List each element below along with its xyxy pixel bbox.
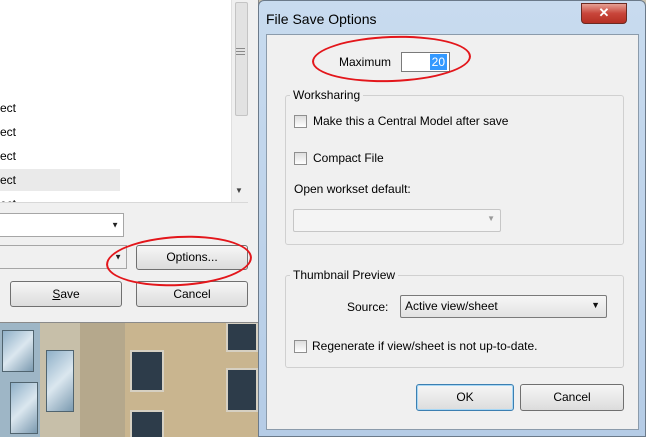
chevron-down-icon[interactable]: ▼ (591, 300, 600, 310)
scrollbar-grip (236, 48, 245, 49)
list-item-selected[interactable]: ect (0, 169, 120, 191)
regenerate-checkbox[interactable] (294, 340, 307, 353)
open-workset-select: ▼ (293, 209, 501, 232)
source-value: Active view/sheet (405, 299, 498, 313)
render-window-glass (46, 350, 74, 412)
source-label: Source: (347, 300, 389, 314)
file-name-combo[interactable]: ▼ (0, 213, 124, 237)
open-workset-label: Open workset default: (294, 182, 411, 196)
scrollbar-thumb[interactable] (235, 2, 248, 116)
dialog-title: File Save Options (266, 11, 377, 27)
thumbnail-group-title: Thumbnail Preview (290, 268, 399, 282)
worksharing-group-title: Worksharing (290, 88, 364, 102)
thumbnail-preview-group: Thumbnail Preview Source: Active view/sh… (285, 268, 624, 368)
chevron-down-icon: ▼ (487, 214, 495, 223)
render-window-glass (2, 330, 34, 372)
source-select[interactable]: Active view/sheet ▼ (400, 295, 607, 318)
save-button[interactable]: Save (10, 281, 122, 307)
file-list[interactable]: ect ect ect ect ect (0, 0, 231, 202)
list-item[interactable]: ect (0, 145, 120, 167)
render-window (226, 322, 258, 352)
render-window (130, 410, 164, 437)
close-icon: ✕ (598, 5, 610, 20)
render-window (130, 350, 164, 392)
chevron-down-icon[interactable]: ▼ (111, 221, 119, 230)
ok-button[interactable]: OK (416, 384, 514, 411)
render-window (226, 368, 258, 412)
scrollbar-grip (236, 51, 245, 52)
list-bottom-edge (0, 202, 248, 209)
list-item[interactable]: ect (0, 193, 120, 202)
list-scrollbar[interactable]: ▼ (231, 0, 249, 202)
scrollbar-grip (236, 54, 245, 55)
dialog-cancel-button[interactable]: Cancel (520, 384, 624, 411)
central-model-label[interactable]: Make this a Central Model after save (313, 114, 508, 128)
list-item[interactable]: ect (0, 97, 120, 119)
list-item[interactable]: ect (0, 121, 120, 143)
save-label-rest: ave (60, 287, 80, 301)
dialog-client-area: Maximum 20 Worksharing Make this a Centr… (266, 34, 639, 430)
close-button[interactable]: ✕ (581, 3, 627, 24)
central-model-checkbox[interactable] (294, 115, 307, 128)
regenerate-label[interactable]: Regenerate if view/sheet is not up-to-da… (312, 339, 537, 353)
worksharing-group: Worksharing Make this a Central Model af… (285, 88, 624, 245)
compact-file-label[interactable]: Compact File (313, 151, 384, 165)
compact-file-checkbox[interactable] (294, 152, 307, 165)
render-window-glass (10, 382, 38, 434)
scroll-down-icon[interactable]: ▼ (235, 186, 243, 195)
